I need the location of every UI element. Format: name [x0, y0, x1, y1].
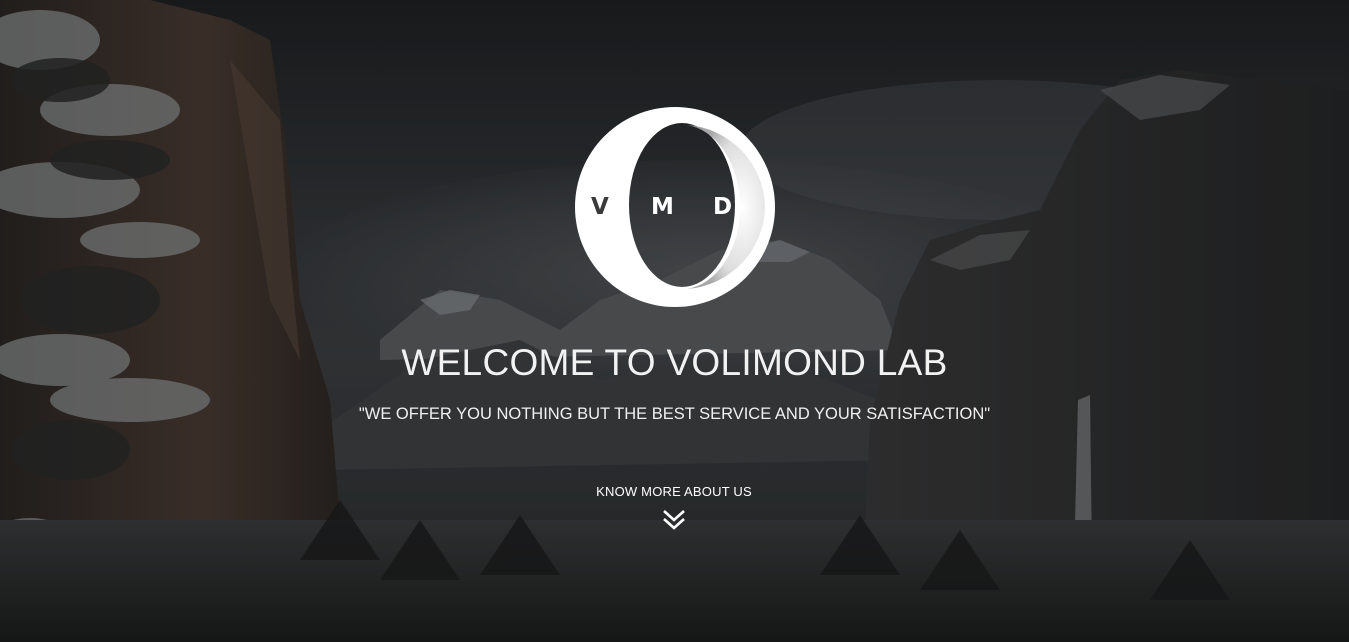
know-more-link[interactable]: KNOW MORE ABOUT US	[574, 482, 774, 542]
logo-letter-v: V	[591, 194, 609, 220]
vmd-logo: V M D	[575, 107, 775, 307]
logo-letter-d: D	[713, 194, 733, 220]
tagline: "WE OFFER YOU NOTHING BUT THE BEST SERVI…	[358, 405, 991, 423]
double-chevron-down-icon[interactable]	[661, 508, 687, 532]
know-more-label: KNOW MORE ABOUT US	[596, 484, 752, 499]
logo-letter-m: M	[651, 194, 674, 220]
hero-section: V M D WELCOME TO VOLIMOND LAB "WE OFFER …	[0, 0, 1349, 642]
page-title: WELCOME TO VOLIMOND LAB	[401, 342, 948, 383]
